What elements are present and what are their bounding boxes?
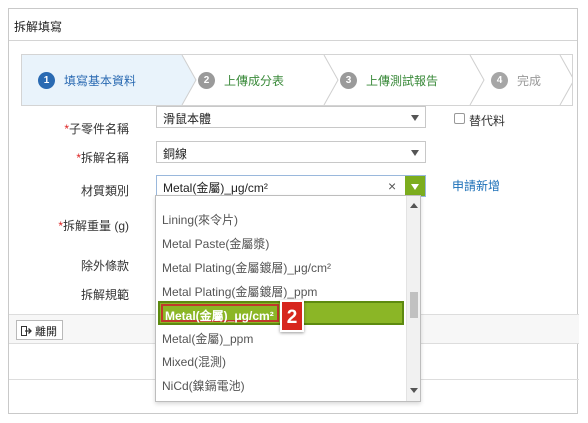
dropdown-option[interactable]: Lining(來令片)	[162, 211, 238, 231]
part-name-label: *子零件名稱	[49, 120, 129, 137]
wizard-steps: 1 填寫基本資料 2 上傳成分表 3 上傳測試報告 4 完成	[21, 54, 573, 106]
panel-title: 拆解填寫	[9, 9, 577, 41]
part-name-select[interactable]: 滑鼠本體	[156, 106, 426, 128]
clear-icon[interactable]: ×	[388, 178, 396, 194]
step-chevron-icon	[559, 55, 572, 105]
leave-button[interactable]: 離開	[16, 320, 63, 340]
scroll-thumb[interactable]	[410, 292, 418, 318]
chevron-down-icon	[411, 115, 419, 121]
apply-new-link[interactable]: 申請新增	[452, 177, 500, 194]
label-text: 子零件名稱	[68, 122, 129, 136]
step-number: 2	[198, 71, 215, 89]
step-chevron-icon	[172, 55, 197, 105]
step-number: 1	[38, 71, 55, 89]
step-number: 3	[340, 71, 357, 89]
scroll-down-icon[interactable]	[410, 388, 418, 393]
select-value: 銅線	[163, 147, 188, 161]
chevron-down-icon	[411, 150, 419, 156]
material-type-dropdown[interactable]: Lining(來令片) Metal Paste(金屬漿) Metal Plati…	[155, 195, 421, 402]
disassembly-weight-label: *拆解重量 (g)	[39, 217, 129, 234]
selected-option-label: Metal(金屬)_μg/cm²	[161, 304, 279, 323]
dropdown-option[interactable]: Mixed(混測)	[162, 353, 226, 373]
disassembly-name-select[interactable]: 銅線	[156, 141, 426, 163]
exclusion-label: 除外條款	[80, 259, 129, 273]
step-chevron-icon	[469, 55, 485, 105]
step-chevron-icon	[323, 55, 339, 105]
dropdown-toggle-button[interactable]	[405, 176, 425, 196]
sign-out-icon	[21, 326, 32, 336]
dropdown-option[interactable]: Metal Plating(金屬鍍層)_μg/cm²	[162, 259, 331, 279]
scroll-up-icon[interactable]	[410, 203, 418, 208]
disassembly-spec-label: 拆解規範	[80, 288, 129, 302]
dropdown-option[interactable]: Metal Paste(金屬漿)	[162, 235, 269, 255]
step-annotation-badge: 2	[280, 300, 304, 332]
label-text: 拆解重量 (g)	[62, 219, 129, 233]
dropdown-option[interactable]: Metal(金屬)_ppm	[162, 330, 253, 350]
label-text: 拆解名稱	[80, 151, 129, 165]
wizard-step-2[interactable]: 2 上傳成分表	[198, 55, 284, 105]
wizard-step-4[interactable]: 4 完成	[491, 55, 541, 105]
select-value: 滑鼠本體	[163, 112, 212, 126]
step-label: 上傳成分表	[224, 73, 285, 88]
substitute-label: 替代料	[469, 114, 506, 128]
leave-label: 離開	[35, 326, 57, 338]
step-label: 完成	[517, 73, 542, 88]
step-number: 4	[491, 71, 508, 89]
disassembly-name-label: *拆解名稱	[49, 149, 129, 166]
wizard-step-1[interactable]: 1 填寫基本資料	[22, 55, 172, 105]
dropdown-scrollbar[interactable]	[406, 196, 420, 401]
material-type-label: 材質類別	[80, 184, 129, 198]
substitute-checkbox[interactable]	[454, 113, 465, 124]
step-label: 上傳測試報告	[366, 73, 439, 88]
select-value: Metal(金屬)_μg/cm²	[163, 181, 268, 195]
wizard-step-3[interactable]: 3 上傳測試報告	[340, 55, 438, 105]
material-type-select[interactable]: Metal(金屬)_μg/cm² ×	[156, 175, 426, 197]
dropdown-option[interactable]: NiCd(鎳鎘電池)	[162, 377, 245, 397]
step-label: 填寫基本資料	[64, 73, 137, 88]
